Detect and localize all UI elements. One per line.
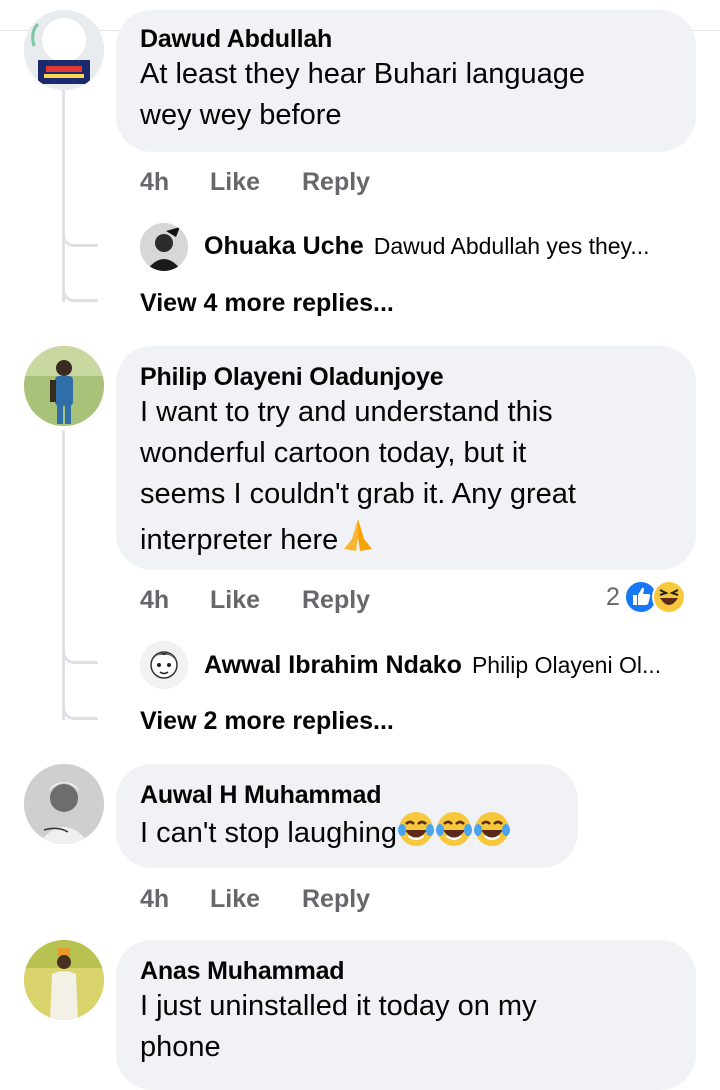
reply-connector [62,670,98,720]
reaction-summary[interactable]: 2 [606,580,686,614]
comment-bubble[interactable]: Auwal H Muhammad I can't stop laughing [116,764,578,868]
reply-author[interactable]: Awwal Ibrahim Ndako [204,651,462,680]
comment-actions: 4h Like Reply [140,168,370,197]
reply-preview[interactable]: Ohuaka Uche Dawud Abdullah yes they... [204,232,650,261]
comment-actions: 4h Like Reply [140,885,370,914]
comment-text: interpreter here [140,524,339,556]
comment-bubble[interactable]: Anas Muhammad I just uninstalled it toda… [116,940,696,1090]
reply-button[interactable]: Reply [302,586,370,615]
reply-button[interactable]: Reply [302,885,370,914]
comment-author[interactable]: Auwal H Muhammad [140,780,554,810]
comment-bubble[interactable]: Dawud Abdullah At least they hear Buhari… [116,10,696,152]
comment-author[interactable]: Anas Muhammad [140,956,672,986]
reaction-count: 2 [606,582,620,611]
haha-reaction-icon [651,580,686,614]
comment-text: seems I couldn't grab it. Any great [140,478,576,510]
reply-avatar[interactable] [140,223,188,271]
reply-author[interactable]: Ohuaka Uche [204,232,364,261]
reply-text: Philip Olayeni Ol... [471,652,662,678]
comment-author[interactable]: Philip Olayeni Oladunjoye [140,362,672,392]
reply-connector [62,250,98,302]
reply-connector [62,215,98,247]
like-button[interactable]: Like [210,586,302,615]
comment-text: phone [140,1031,221,1063]
avatar[interactable] [24,940,104,1020]
avatar[interactable] [24,346,104,426]
reply-avatar[interactable] [140,641,188,689]
comment-author[interactable]: Dawud Abdullah [140,24,672,54]
comment-text: I can't stop laughing [140,817,398,849]
avatar[interactable] [24,764,104,844]
comment-text: I just uninstalled it today on my [140,990,537,1022]
comment-text: wonderful cartoon today, but it [140,437,527,469]
reply-connector [62,630,98,664]
comment-text: At least they hear Buhari language [140,58,585,90]
tears-of-joy-emoji [435,810,473,860]
comment-time: 4h [140,586,170,614]
comment-time: 4h [140,885,170,913]
view-more-replies[interactable]: View 2 more replies... [140,707,394,736]
tears-of-joy-emoji [397,810,435,860]
folded-hands-emoji [338,515,378,567]
comment-actions: 4h Like Reply [140,586,370,615]
reply-text: Dawud Abdullah yes they... [373,233,650,259]
reply-preview[interactable]: Awwal Ibrahim Ndako Philip Olayeni Ol... [204,651,661,680]
comment-text: I want to try and understand this [140,396,553,428]
like-button[interactable]: Like [210,168,302,197]
comment-text: wey wey before [140,99,342,131]
view-more-replies[interactable]: View 4 more replies... [140,289,394,318]
like-button[interactable]: Like [210,885,302,914]
comment-time: 4h [140,168,170,196]
reply-button[interactable]: Reply [302,168,370,197]
avatar[interactable] [24,10,104,90]
comment-bubble[interactable]: Philip Olayeni Oladunjoye I want to try … [116,346,696,570]
tears-of-joy-emoji [473,810,511,860]
